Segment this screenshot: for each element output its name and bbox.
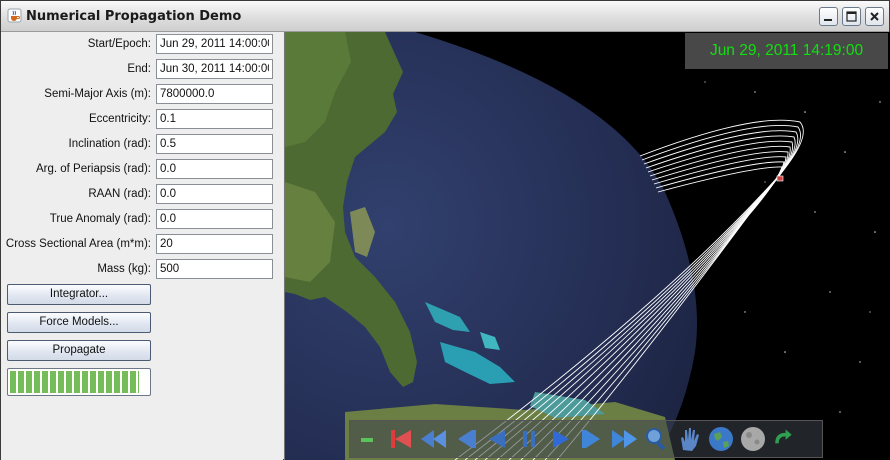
inclination-label: Inclination (rad): xyxy=(68,138,151,150)
zoom-out-icon[interactable] xyxy=(354,424,384,454)
step-forward-icon[interactable] xyxy=(578,424,608,454)
java-cup-icon xyxy=(7,8,22,23)
magnify-icon[interactable] xyxy=(642,424,672,454)
simulation-time-text: Jun 29, 2011 14:19:00 xyxy=(709,42,864,59)
field-row-mass: Mass (kg): xyxy=(1,259,283,281)
moon-icon[interactable] xyxy=(738,424,768,454)
cross-sectional-area-label: Cross Sectional Area (m*m): xyxy=(5,238,151,250)
pan-hand-icon[interactable] xyxy=(674,424,704,454)
fast-rewind-icon[interactable] xyxy=(418,424,448,454)
eccentricity-label: Eccentricity: xyxy=(89,113,151,125)
pause-icon[interactable] xyxy=(514,424,544,454)
progress-fill xyxy=(10,371,139,393)
true-anomaly-input[interactable] xyxy=(156,209,273,229)
field-row-inclination: Inclination (rad): xyxy=(1,134,283,156)
arg-periapsis-label: Arg. of Periapsis (rad): xyxy=(35,163,151,175)
mass-label: Mass (kg): xyxy=(97,263,151,275)
cross-sectional-area-input[interactable] xyxy=(156,234,273,254)
rotate-icon[interactable] xyxy=(770,424,796,454)
true-anomaly-label: True Anomaly (rad): xyxy=(49,213,151,225)
field-row-arg-periapsis: Arg. of Periapsis (rad): xyxy=(1,159,283,181)
satellite-marker[interactable] xyxy=(776,175,784,182)
close-icon xyxy=(870,12,879,21)
eccentricity-input[interactable] xyxy=(156,109,273,129)
title-bar[interactable]: Numerical Propagation Demo xyxy=(1,1,889,32)
integrator-button[interactable]: Integrator... xyxy=(7,284,151,305)
arg-periapsis-input[interactable] xyxy=(156,159,273,179)
field-row-eccentricity: Eccentricity: xyxy=(1,109,283,131)
play-backward-icon[interactable] xyxy=(482,424,512,454)
semi-major-axis-label: Semi-Major Axis (m): xyxy=(44,88,151,100)
end-input[interactable] xyxy=(156,59,273,79)
fast-forward-icon[interactable] xyxy=(610,424,640,454)
mass-input[interactable] xyxy=(156,259,273,279)
raan-label: RAAN (rad): xyxy=(88,188,151,200)
field-row-semi-major-axis: Semi-Major Axis (m): xyxy=(1,84,283,106)
propagation-progress-bar xyxy=(7,368,151,396)
earth-icon[interactable] xyxy=(706,424,736,454)
maximize-icon xyxy=(846,11,857,22)
inclination-input[interactable] xyxy=(156,134,273,154)
semi-major-axis-input[interactable] xyxy=(156,84,273,104)
close-button[interactable] xyxy=(865,7,884,26)
simulation-time-display: Jun 29, 2011 14:19:00 xyxy=(685,33,888,69)
force-models-button[interactable]: Force Models... xyxy=(7,312,151,333)
step-back-icon[interactable] xyxy=(450,424,480,454)
maximize-button[interactable] xyxy=(842,7,861,26)
field-row-start-epoch: Start/Epoch: xyxy=(1,34,283,56)
propagate-button[interactable]: Propagate xyxy=(7,340,151,361)
playback-toolbar xyxy=(349,420,823,458)
field-row-raan: RAAN (rad): xyxy=(1,184,283,206)
start-epoch-input[interactable] xyxy=(156,34,273,54)
play-icon[interactable] xyxy=(546,424,576,454)
go-to-start-icon[interactable] xyxy=(386,424,416,454)
field-row-cross-sectional-area: Cross Sectional Area (m*m): xyxy=(1,234,283,256)
field-row-true-anomaly: True Anomaly (rad): xyxy=(1,209,283,231)
field-row-end: End: xyxy=(1,59,283,81)
minimize-button[interactable] xyxy=(819,7,838,26)
parameters-panel: Start/Epoch: End: Semi-Major Axis (m): E… xyxy=(1,32,283,460)
earth-scene[interactable] xyxy=(285,32,890,460)
window-title: Numerical Propagation Demo xyxy=(26,9,242,24)
start-epoch-label: Start/Epoch: xyxy=(87,38,151,50)
application-window: Numerical Propagation Demo Start/Epoch: … xyxy=(0,0,890,460)
minimize-icon xyxy=(824,19,832,21)
end-label: End: xyxy=(127,63,151,75)
globe-viewer[interactable]: Jun 29, 2011 14:19:00 xyxy=(284,32,890,460)
raan-input[interactable] xyxy=(156,184,273,204)
